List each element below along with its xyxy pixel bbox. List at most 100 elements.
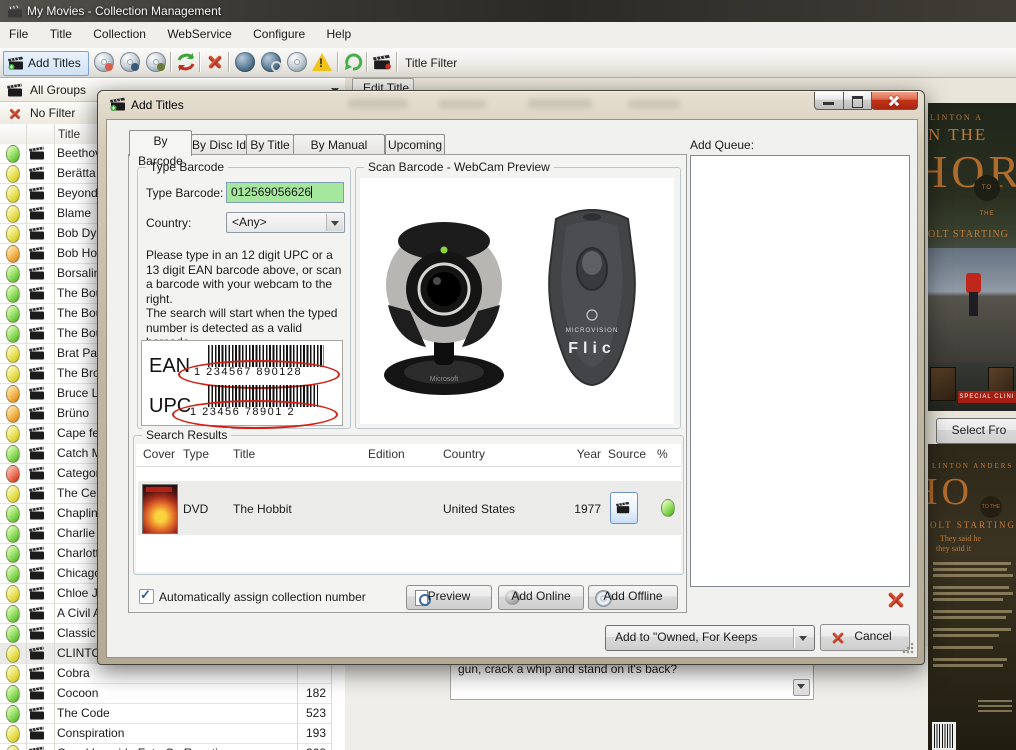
- scroll-down-button[interactable]: [793, 679, 810, 696]
- cover-text-big: HO: [928, 471, 973, 513]
- result-country: United States: [443, 502, 516, 516]
- glass-blur-blob: [628, 100, 680, 108]
- search-results-legend: Search Results: [142, 428, 232, 442]
- sync-button[interactable]: [175, 51, 199, 74]
- clapperboard-icon: [29, 546, 44, 560]
- result-year: 1977: [574, 502, 601, 516]
- title-column-label: Title: [58, 127, 81, 141]
- dialog-clapperboard-icon: [110, 97, 125, 111]
- glass-blur-blob: [438, 100, 486, 108]
- menu-webservice[interactable]: WebService: [158, 22, 240, 47]
- minimize-icon: [823, 102, 834, 105]
- disc-folder-button[interactable]: [144, 51, 168, 74]
- web-lookup-button[interactable]: [233, 51, 257, 74]
- clapperboard-icon: [29, 486, 44, 500]
- country-label: Country:: [146, 216, 192, 230]
- clapperboard-icon: [29, 266, 44, 280]
- export-disc-button[interactable]: [92, 51, 116, 74]
- add-to-collection-dropdown[interactable]: Add to "Owned, For Keeps: [605, 625, 815, 651]
- clapperboard-icon: [29, 346, 44, 360]
- preview-button[interactable]: Preview: [406, 585, 492, 610]
- close-button[interactable]: [871, 92, 918, 110]
- tab-by-disc-id[interactable]: By Disc Id: [191, 134, 247, 156]
- clapperboard-icon: [29, 646, 44, 660]
- cover-photo: [928, 248, 1016, 363]
- add-titles-dialog: Add Titles By Barcode By Disc Id By Titl…: [97, 90, 925, 665]
- clapperboard-icon: [29, 606, 44, 620]
- add-titles-label: Add Titles: [28, 56, 81, 70]
- globe-icon: [235, 52, 255, 72]
- list-item-number: 368: [294, 744, 326, 750]
- col-edition[interactable]: Edition: [368, 447, 405, 461]
- add-online-button[interactable]: Add Online: [498, 585, 584, 610]
- col-year[interactable]: Year: [556, 447, 601, 461]
- barcode-input[interactable]: 012569056626: [226, 182, 344, 203]
- auto-assign-checkbox[interactable]: ✓: [139, 587, 154, 604]
- menu-file[interactable]: File: [0, 22, 37, 47]
- clapperboard-add-icon: [8, 56, 23, 70]
- status-oval-icon: [6, 425, 20, 443]
- toolbar-separator: [396, 52, 397, 72]
- scanner-name-text: Flic: [568, 340, 616, 357]
- list-item[interactable]: The Code 523: [0, 704, 332, 724]
- tab-by-barcode[interactable]: By Barcode: [129, 130, 192, 168]
- col-title[interactable]: Title: [233, 447, 255, 461]
- menu-title[interactable]: Title: [41, 22, 81, 47]
- cover-text: LINTON ANDERS: [932, 462, 1014, 470]
- list-item-title: Conul Leonida Fata Cu Reactiunea: [57, 744, 293, 750]
- cover-bodytext: [933, 610, 1012, 613]
- toolbar: Add Titles Title Filter: [0, 48, 1016, 78]
- refresh-icon: [345, 53, 363, 71]
- minimize-button[interactable]: [814, 92, 844, 110]
- disc-stack-button[interactable]: [285, 51, 309, 74]
- cancel-button[interactable]: Cancel: [820, 624, 910, 651]
- clapperboard-icon: [29, 586, 44, 600]
- col-cover[interactable]: Cover: [143, 447, 175, 461]
- tab-by-manual-typing[interactable]: By Manual Typing: [293, 134, 385, 172]
- tab-upcoming[interactable]: Upcoming: [385, 134, 445, 156]
- delete-button[interactable]: [204, 51, 228, 74]
- menu-configure[interactable]: Configure: [244, 22, 314, 47]
- toolbar-separator: [366, 52, 367, 72]
- dialog-client-area: By Barcode By Disc Id By Title By Manual…: [106, 119, 918, 658]
- clapperboard-icon: [29, 726, 44, 740]
- list-item[interactable]: Cocoon 182: [0, 684, 332, 704]
- delete-x-icon: [207, 54, 223, 70]
- web-search-button[interactable]: [259, 51, 283, 74]
- add-queue-listbox[interactable]: [690, 155, 910, 587]
- resize-grip[interactable]: [902, 642, 914, 654]
- combo-dropdown-button[interactable]: [326, 214, 343, 231]
- add-titles-toolbar-button[interactable]: Add Titles: [3, 51, 89, 76]
- country-value: <Any>: [232, 215, 267, 229]
- cover-thumbnail: [930, 367, 956, 401]
- title-tools-button[interactable]: [371, 51, 395, 74]
- menu-collection[interactable]: Collection: [84, 22, 155, 47]
- maximize-button[interactable]: [843, 92, 872, 110]
- remove-from-queue-button[interactable]: [886, 591, 905, 608]
- status-oval-icon: [6, 405, 20, 423]
- cover-title-bar: [146, 487, 172, 492]
- add-offline-button[interactable]: Add Offline: [588, 585, 678, 610]
- window-title: My Movies - Collection Management: [27, 4, 222, 18]
- select-from-button[interactable]: Select Fro: [936, 418, 1016, 444]
- status-oval-icon: [6, 325, 20, 343]
- cover-figure-legs: [969, 292, 978, 316]
- warnings-button[interactable]: [311, 51, 335, 74]
- refresh-button[interactable]: [342, 51, 366, 74]
- list-item[interactable]: Cobra: [0, 664, 332, 684]
- list-item[interactable]: Conspiration 193: [0, 724, 332, 744]
- tab-by-title[interactable]: By Title: [246, 134, 294, 156]
- cover-bodytext: [933, 658, 1007, 661]
- menu-help[interactable]: Help: [318, 22, 361, 47]
- import-disc-button[interactable]: [118, 51, 142, 74]
- result-row[interactable]: DVD The Hobbit United States 1977: [138, 481, 681, 535]
- country-combobox[interactable]: <Any>: [226, 212, 345, 233]
- badge: [105, 63, 113, 71]
- col-source[interactable]: Source: [608, 447, 646, 461]
- col-percent[interactable]: %: [657, 447, 668, 461]
- col-type[interactable]: Type: [183, 447, 209, 461]
- barcode-sample-image: EAN 1 234567 890128 UPC 1 23456 78901 2: [141, 340, 343, 429]
- col-country[interactable]: Country: [443, 447, 485, 461]
- instruction-text-1: Please type in an 12 digit UPC or a 13 d…: [146, 248, 342, 306]
- list-item[interactable]: Conul Leonida Fata Cu Reactiunea 368: [0, 744, 332, 750]
